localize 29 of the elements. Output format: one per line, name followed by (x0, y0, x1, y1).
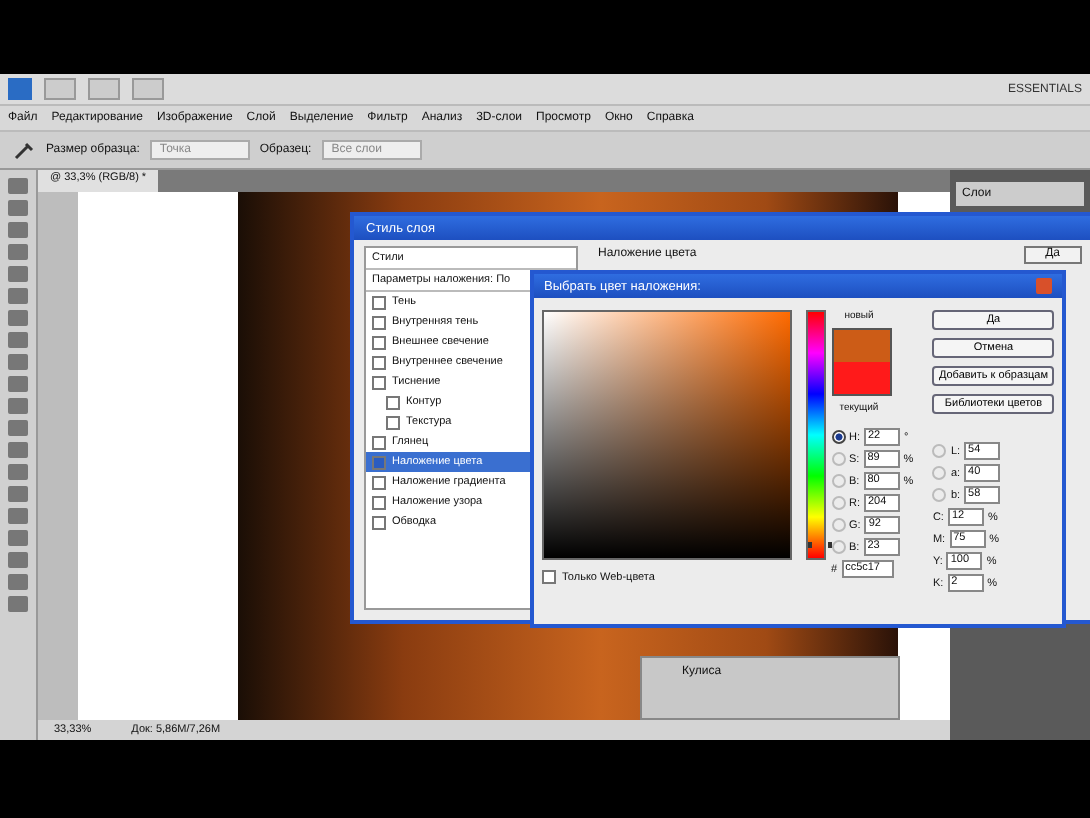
radio-button[interactable] (831, 518, 845, 532)
checkbox[interactable] (542, 570, 556, 584)
checkbox[interactable] (386, 415, 400, 429)
hue-slider[interactable] (806, 310, 826, 560)
eyedropper-icon[interactable] (12, 140, 36, 160)
checkbox[interactable] (386, 395, 400, 409)
radio-button[interactable] (831, 430, 845, 444)
checkbox[interactable] (372, 355, 386, 369)
checkbox[interactable] (372, 515, 386, 529)
checkbox[interactable] (372, 475, 386, 489)
radio-button[interactable] (831, 474, 845, 488)
checkbox[interactable] (372, 495, 386, 509)
checkbox[interactable] (372, 455, 386, 469)
current-color-swatch[interactable] (833, 362, 889, 394)
checkbox[interactable] (372, 295, 386, 309)
hue-slider-thumb[interactable] (808, 541, 832, 548)
checkbox[interactable] (372, 315, 386, 329)
radio-button[interactable] (831, 496, 845, 510)
radio-button[interactable] (831, 452, 845, 466)
radio-button[interactable] (932, 466, 947, 480)
radio-button[interactable] (831, 540, 845, 554)
radio-button[interactable] (932, 444, 947, 458)
color-field[interactable] (542, 310, 792, 560)
radio-button[interactable] (932, 488, 947, 502)
close-icon[interactable] (1036, 278, 1052, 294)
checkbox[interactable] (372, 335, 386, 349)
checkbox[interactable] (372, 435, 386, 449)
app-logo-icon[interactable] (8, 78, 32, 100)
checkbox[interactable] (372, 375, 386, 389)
